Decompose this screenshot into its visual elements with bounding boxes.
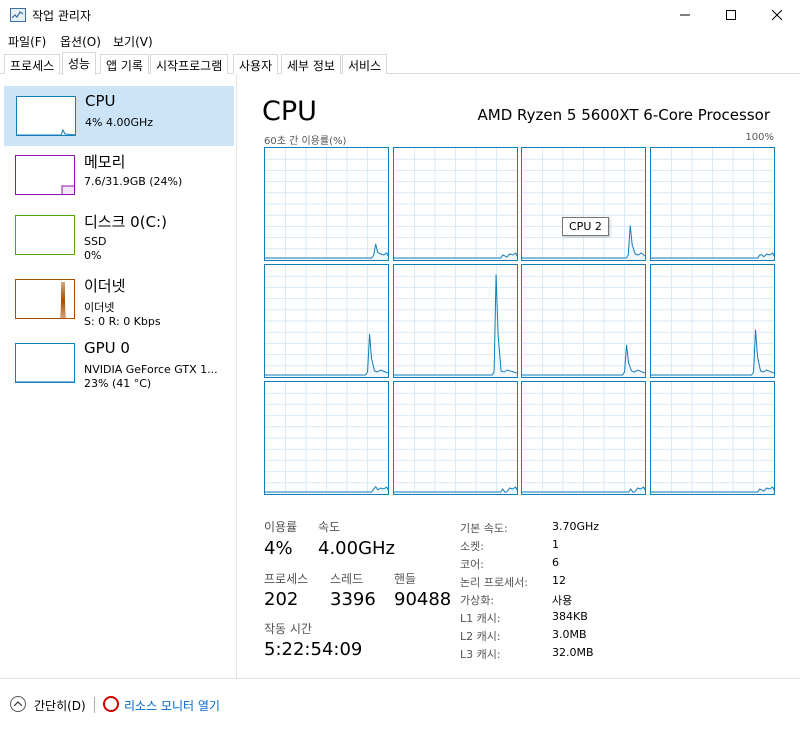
chevron-up-icon bbox=[14, 701, 22, 707]
sidebar-item-detail: 4% 4.00GHz bbox=[85, 116, 154, 129]
sidebar-item-detail-2: S: 0 R: 0 Kbps bbox=[84, 315, 161, 328]
speed-label: 속도 bbox=[318, 520, 341, 534]
resource-monitor-icon bbox=[103, 696, 119, 712]
uptime-value: 5:22:54:09 bbox=[264, 639, 363, 660]
spec-label: L2 캐시: bbox=[460, 630, 501, 643]
spec-value: 사용 bbox=[552, 594, 573, 607]
resource-monitor-link[interactable]: 리소스 모니터 열기 bbox=[124, 697, 220, 714]
sidebar-item-detail: SSD bbox=[84, 235, 107, 248]
core-graph-grid bbox=[264, 147, 775, 495]
speed-value: 4.00GHz bbox=[318, 538, 396, 559]
processes-value: 202 bbox=[264, 589, 299, 610]
tab-details[interactable]: 세부 정보 bbox=[281, 54, 341, 74]
menu-file[interactable]: 파일(F) bbox=[8, 33, 46, 50]
collapse-label[interactable]: 간단히(D) bbox=[34, 697, 86, 714]
memory-thumbnail-graph bbox=[15, 155, 75, 195]
utilization-value: 4% bbox=[264, 538, 293, 559]
core-graph bbox=[392, 264, 518, 378]
threads-value: 3396 bbox=[330, 589, 376, 610]
core-graph bbox=[649, 381, 775, 495]
tab-users[interactable]: 사용자 bbox=[233, 54, 279, 74]
core-graph bbox=[521, 147, 646, 261]
graph-caption: 60초 간 이용률(%) bbox=[264, 136, 347, 147]
sidebar-item-title: 메모리 bbox=[84, 153, 126, 171]
utilization-label: 이용률 bbox=[264, 520, 298, 534]
spec-label: 논리 프로세서: bbox=[460, 576, 528, 589]
maximize-button[interactable] bbox=[708, 0, 754, 30]
spec-label: 코어: bbox=[460, 558, 484, 571]
menu-view[interactable]: 보기(V) bbox=[113, 33, 153, 50]
collapse-button[interactable] bbox=[10, 696, 26, 712]
spec-value: 1 bbox=[552, 538, 559, 551]
maximize-icon bbox=[726, 10, 736, 20]
spec-label: L1 캐시: bbox=[460, 612, 501, 625]
core-graph bbox=[521, 264, 646, 378]
spec-label: 소켓: bbox=[460, 540, 484, 553]
cpu-thumbnail-graph bbox=[16, 96, 76, 136]
core-graph bbox=[264, 147, 389, 261]
tab-services[interactable]: 서비스 bbox=[342, 54, 388, 74]
task-manager-icon bbox=[10, 8, 26, 22]
disk-thumbnail-graph bbox=[15, 215, 75, 255]
spec-label: L3 캐시: bbox=[460, 648, 501, 661]
menu-options[interactable]: 옵션(O) bbox=[60, 33, 101, 50]
cpu-model-name: AMD Ryzen 5 5600XT 6-Core Processor bbox=[477, 106, 771, 124]
footer-divider bbox=[94, 697, 95, 713]
sidebar-item-detail-2: 23% (41 °C) bbox=[84, 377, 152, 390]
spec-value: 384KB bbox=[552, 610, 588, 623]
tab-bar: 프로세스 성능 앱 기록 시작프로그램 사용자 세부 정보 서비스 bbox=[0, 52, 800, 75]
tab-processes[interactable]: 프로세스 bbox=[4, 54, 61, 74]
sidebar-item-cpu[interactable]: CPU 4% 4.00GHz bbox=[4, 86, 234, 146]
sidebar-item-detail: NVIDIA GeForce GTX 1... bbox=[84, 363, 218, 376]
processes-label: 프로세스 bbox=[264, 572, 309, 586]
minimize-icon bbox=[680, 14, 690, 16]
sidebar-item-title: CPU bbox=[85, 92, 116, 110]
core-graph bbox=[649, 147, 775, 261]
sidebar-item-detail: 이더넷 bbox=[84, 301, 115, 314]
spec-label: 가상화: bbox=[460, 594, 495, 607]
performance-sidebar: CPU 4% 4.00GHz 메모리 7.6/31.9GB (24%) 디스크 … bbox=[0, 74, 237, 678]
spec-label: 기본 속도: bbox=[460, 522, 508, 535]
close-button[interactable] bbox=[754, 0, 800, 30]
sidebar-item-detail: 7.6/31.9GB (24%) bbox=[84, 175, 183, 188]
tab-app-history[interactable]: 앱 기록 bbox=[100, 54, 149, 74]
core-graph bbox=[649, 264, 775, 378]
tab-performance[interactable]: 성능 bbox=[62, 52, 97, 75]
sidebar-item-detail-2: 0% bbox=[84, 249, 102, 262]
sidebar-item-title: GPU 0 bbox=[84, 339, 130, 357]
title-bar: 작업 관리자 bbox=[0, 0, 800, 30]
core-graph bbox=[264, 264, 389, 378]
uptime-label: 작동 시간 bbox=[264, 622, 312, 636]
close-icon bbox=[772, 10, 782, 20]
sidebar-item-title: 디스크 0(C:) bbox=[84, 213, 167, 231]
sidebar-item-ethernet[interactable]: 이더넷 이더넷 S: 0 R: 0 Kbps bbox=[4, 270, 234, 330]
spec-value: 6 bbox=[552, 556, 559, 569]
gpu-thumbnail-graph bbox=[15, 343, 75, 383]
sidebar-item-gpu[interactable]: GPU 0 NVIDIA GeForce GTX 1... 23% (41 °C… bbox=[4, 334, 234, 394]
threads-label: 스레드 bbox=[330, 572, 364, 586]
spec-value: 32.0MB bbox=[552, 646, 594, 659]
window-title: 작업 관리자 bbox=[32, 9, 92, 23]
core-graph bbox=[264, 381, 389, 495]
core-graph bbox=[392, 147, 518, 261]
cpu-detail-panel: CPU AMD Ryzen 5 5600XT 6-Core Processor … bbox=[238, 74, 800, 678]
ethernet-thumbnail-graph bbox=[15, 279, 75, 319]
graph-max-label: 100% bbox=[745, 132, 774, 143]
menu-bar: 파일(F) 옵션(O) 보기(V) bbox=[0, 30, 800, 52]
sidebar-item-memory[interactable]: 메모리 7.6/31.9GB (24%) bbox=[4, 146, 234, 206]
sidebar-item-disk[interactable]: 디스크 0(C:) SSD 0% bbox=[4, 206, 234, 266]
core-tooltip: CPU 2 bbox=[562, 217, 609, 236]
sidebar-item-title: 이더넷 bbox=[84, 277, 126, 295]
footer-bar: 간단히(D) 리소스 모니터 열기 bbox=[0, 678, 800, 730]
tab-startup[interactable]: 시작프로그램 bbox=[150, 54, 229, 74]
minimize-button[interactable] bbox=[662, 0, 708, 30]
page-title: CPU bbox=[262, 96, 317, 127]
core-graph bbox=[521, 381, 646, 495]
spec-value: 3.70GHz bbox=[552, 520, 600, 533]
core-graph bbox=[392, 381, 518, 495]
spec-value: 3.0MB bbox=[552, 628, 587, 641]
handles-label: 핸들 bbox=[394, 572, 417, 586]
handles-value: 90488 bbox=[394, 589, 452, 610]
spec-value: 12 bbox=[552, 574, 566, 587]
